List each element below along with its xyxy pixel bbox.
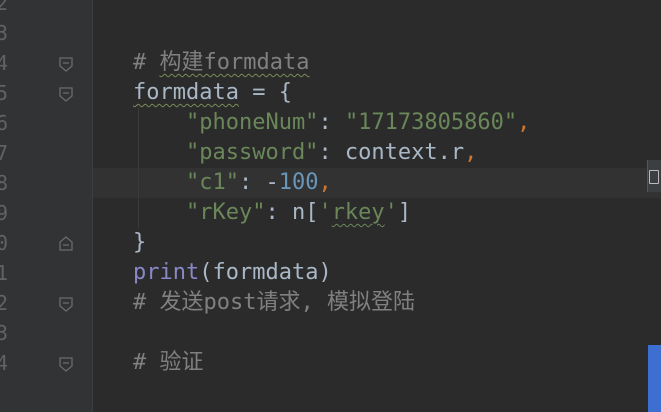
code-token: = {	[238, 80, 292, 105]
code-token: print	[133, 260, 200, 285]
code-token: : context.r	[318, 140, 465, 165]
line-number: 7	[0, 141, 8, 165]
fold-marker-icon[interactable]	[58, 86, 74, 102]
line-number: 3	[0, 21, 8, 45]
code-content[interactable]: # 构建formdata formdata = { "phoneNum": "17…	[93, 0, 661, 412]
code-line[interactable]	[93, 18, 661, 48]
code-token: '	[318, 200, 332, 225]
line-number: 9	[0, 201, 8, 225]
line-number: 6	[0, 111, 8, 135]
line-number: 2	[0, 291, 8, 315]
code-line[interactable]: "rKey": n['rkey']	[93, 198, 661, 228]
code-token: }	[133, 230, 147, 255]
code-token: formdata	[133, 80, 239, 105]
code-line[interactable]: # 发送post请求, 模拟登陆	[93, 288, 661, 318]
code-line[interactable]: formdata = {	[93, 78, 661, 108]
code-token: '	[384, 200, 398, 225]
code-token: "17173805860"	[344, 110, 518, 135]
code-line[interactable]	[93, 318, 661, 348]
code-token: # 验证	[133, 350, 204, 375]
code-token: "phoneNum"	[133, 110, 319, 135]
code-token: "rKey"	[133, 200, 266, 225]
code-line[interactable]: "c1": -100,	[93, 168, 661, 198]
line-number: 8	[0, 171, 8, 195]
code-text: "c1": -100,	[133, 168, 332, 198]
code-text: print(formdata)	[133, 258, 332, 288]
code-token: 100	[278, 170, 319, 195]
code-text: # 构建formdata	[133, 48, 309, 78]
code-token: ]	[397, 200, 412, 225]
code-token: "password"	[133, 140, 319, 165]
side-panel-tab[interactable]	[648, 345, 661, 412]
code-token: : n[	[265, 200, 319, 225]
code-token: ,	[517, 110, 531, 135]
code-token: :	[318, 110, 345, 135]
code-line[interactable]: "phoneNum": "17173805860",	[93, 108, 661, 138]
code-line[interactable]	[93, 0, 661, 18]
code-text: "rKey": n['rkey']	[133, 198, 411, 228]
code-text: "password": context.r,	[133, 138, 477, 168]
code-line[interactable]: }	[93, 228, 661, 258]
line-number: 5	[0, 81, 8, 105]
code-text: "phoneNum": "17173805860",	[133, 108, 530, 138]
line-number-gutter	[0, 0, 92, 412]
code-line[interactable]: # 验证	[93, 348, 661, 378]
code-token: #	[133, 50, 160, 75]
indent-guide	[138, 108, 139, 228]
code-editor[interactable]: # 构建formdata formdata = { "phoneNum": "17…	[0, 0, 661, 412]
code-token: (formdata)	[199, 260, 332, 285]
code-text: # 验证	[133, 348, 204, 378]
code-token: 构建formdata	[159, 50, 310, 75]
fold-marker-icon[interactable]	[58, 356, 74, 372]
line-number: 4	[0, 351, 8, 375]
tool-window-icon[interactable]	[649, 170, 659, 184]
code-text: formdata = {	[133, 78, 292, 108]
code-token: "c1"	[133, 170, 239, 195]
code-token: # 发送post请求, 模拟登陆	[133, 290, 415, 315]
fold-marker-icon[interactable]	[58, 296, 74, 312]
line-number: 0	[0, 231, 8, 255]
code-token: ,	[318, 170, 332, 195]
line-number: 1	[0, 261, 8, 285]
code-token: : -	[238, 170, 279, 195]
line-number: 2	[0, 0, 8, 15]
code-token: ,	[464, 140, 478, 165]
line-number: 3	[0, 321, 8, 345]
code-token: rkey	[331, 200, 385, 225]
code-text: # 发送post请求, 模拟登陆	[133, 288, 415, 318]
code-text: }	[133, 228, 146, 258]
code-line[interactable]: # 构建formdata	[93, 48, 661, 78]
code-line[interactable]: print(formdata)	[93, 258, 661, 288]
line-number: 4	[0, 51, 8, 75]
fold-marker-icon[interactable]	[58, 56, 74, 72]
code-line[interactable]: "password": context.r,	[93, 138, 661, 168]
fold-marker-icon[interactable]	[58, 236, 74, 252]
